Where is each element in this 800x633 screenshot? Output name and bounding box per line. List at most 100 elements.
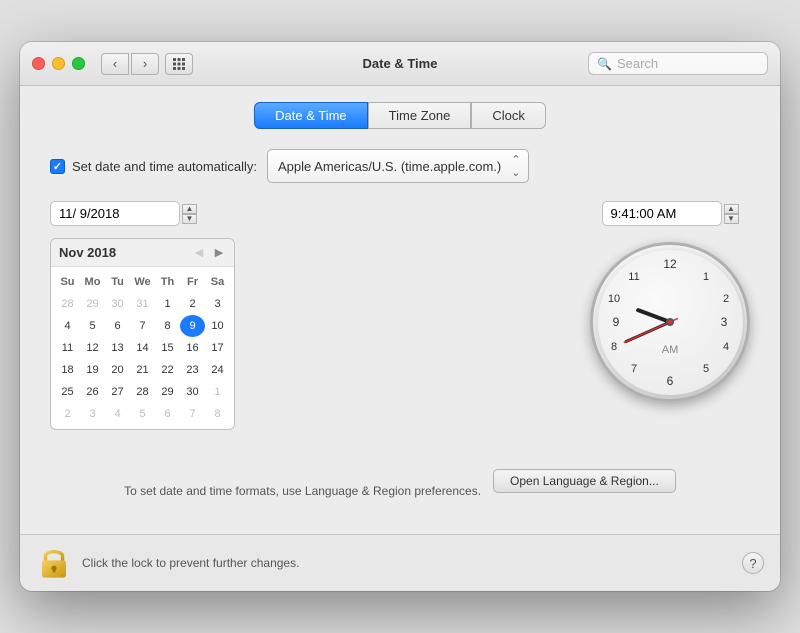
cal-day-25[interactable]: 25 <box>55 381 80 403</box>
cal-header-sa: Sa <box>205 271 230 293</box>
cal-day-14[interactable]: 14 <box>130 337 155 359</box>
titlebar: ‹ › Date & Time 🔍 <box>20 42 780 86</box>
cal-day-13[interactable]: 13 <box>105 337 130 359</box>
minimize-button[interactable] <box>52 57 65 70</box>
cal-day-24[interactable]: 24 <box>205 359 230 381</box>
cal-day-29-other[interactable]: 29 <box>80 293 105 315</box>
cal-day-2[interactable]: 2 <box>180 293 205 315</box>
cal-day-4-next[interactable]: 4 <box>105 403 130 425</box>
cal-day-21[interactable]: 21 <box>130 359 155 381</box>
calendar-header-row: Su Mo Tu We Th Fr Sa <box>55 271 230 293</box>
close-button[interactable] <box>32 57 45 70</box>
server-dropdown[interactable]: Apple Americas/U.S. (time.apple.com.) ⌃⌄ <box>267 149 529 183</box>
cal-day-17[interactable]: 17 <box>205 337 230 359</box>
svg-text:7: 7 <box>630 363 636 375</box>
svg-text:2: 2 <box>722 293 728 305</box>
calendar-next-button[interactable]: ▶ <box>212 246 226 260</box>
search-box[interactable]: 🔍 <box>588 52 768 75</box>
grid-button[interactable] <box>165 53 193 75</box>
calendar-week-3: 11 12 13 14 15 16 17 <box>55 337 230 359</box>
auto-set-label[interactable]: Set date and time automatically: <box>50 159 257 174</box>
cal-day-6-next[interactable]: 6 <box>155 403 180 425</box>
calendar-week-2: 4 5 6 7 8 9 10 <box>55 315 230 337</box>
cal-day-26[interactable]: 26 <box>80 381 105 403</box>
cal-day-19[interactable]: 19 <box>80 359 105 381</box>
lock-icon[interactable] <box>36 545 72 581</box>
cal-day-29[interactable]: 29 <box>155 381 180 403</box>
back-button[interactable]: ‹ <box>101 53 129 75</box>
cal-day-7-next[interactable]: 7 <box>180 403 205 425</box>
tab-date-time[interactable]: Date & Time <box>254 102 368 129</box>
cal-day-5[interactable]: 5 <box>80 315 105 337</box>
cal-day-7[interactable]: 7 <box>130 315 155 337</box>
date-step-up[interactable]: ▲ <box>182 204 197 214</box>
cal-header-tu: Tu <box>105 271 130 293</box>
cal-day-2-next[interactable]: 2 <box>55 403 80 425</box>
time-stepper[interactable]: ▲ ▼ <box>724 204 739 224</box>
svg-text:4: 4 <box>722 341 728 353</box>
cal-day-3-next[interactable]: 3 <box>80 403 105 425</box>
help-button[interactable]: ? <box>742 552 764 574</box>
hour-hand <box>638 310 670 322</box>
cal-day-15[interactable]: 15 <box>155 337 180 359</box>
cal-day-8[interactable]: 8 <box>155 315 180 337</box>
cal-day-3[interactable]: 3 <box>205 293 230 315</box>
cal-header-we: We <box>130 271 155 293</box>
dropdown-arrow-icon: ⌃⌄ <box>511 153 520 179</box>
cal-day-30[interactable]: 30 <box>180 381 205 403</box>
tab-clock[interactable]: Clock <box>471 102 546 129</box>
left-panel: 11/ 9/2018 ▲ ▼ Nov 2018 ◀ ▶ <box>50 201 570 430</box>
cal-day-30-other[interactable]: 30 <box>105 293 130 315</box>
cal-day-1[interactable]: 1 <box>155 293 180 315</box>
maximize-button[interactable] <box>72 57 85 70</box>
date-input[interactable]: 11/ 9/2018 <box>50 201 180 226</box>
date-stepper[interactable]: ▲ ▼ <box>182 204 197 224</box>
svg-text:8: 8 <box>610 341 616 353</box>
calendar: Nov 2018 ◀ ▶ Su Mo Tu We Th <box>50 238 235 430</box>
search-input[interactable] <box>617 56 757 71</box>
cal-day-6[interactable]: 6 <box>105 315 130 337</box>
search-icon: 🔍 <box>597 57 612 71</box>
time-input[interactable]: 9:41:00 AM <box>602 201 722 226</box>
open-language-region-button[interactable]: Open Language & Region... <box>493 469 676 493</box>
svg-text:9: 9 <box>612 315 619 329</box>
cal-header-mo: Mo <box>80 271 105 293</box>
svg-text:1: 1 <box>702 271 708 283</box>
cal-day-10[interactable]: 10 <box>205 315 230 337</box>
date-step-down[interactable]: ▼ <box>182 214 197 224</box>
right-panel: 9:41:00 AM ▲ ▼ 1 2 <box>590 201 750 430</box>
cal-day-22[interactable]: 22 <box>155 359 180 381</box>
cal-day-5-next[interactable]: 5 <box>130 403 155 425</box>
cal-day-28-other[interactable]: 28 <box>55 293 80 315</box>
auto-set-row: Set date and time automatically: Apple A… <box>40 149 760 183</box>
time-input-row: 9:41:00 AM ▲ ▼ <box>602 201 739 226</box>
auto-set-checkbox[interactable] <box>50 159 65 174</box>
grid-icon <box>172 57 186 71</box>
date-input-row: 11/ 9/2018 ▲ ▼ <box>50 201 570 226</box>
cal-day-8-next[interactable]: 8 <box>205 403 230 425</box>
cal-day-12[interactable]: 12 <box>80 337 105 359</box>
tab-time-zone[interactable]: Time Zone <box>368 102 472 129</box>
cal-day-27[interactable]: 27 <box>105 381 130 403</box>
cal-day-11[interactable]: 11 <box>55 337 80 359</box>
cal-day-9-selected[interactable]: 9 <box>180 315 205 337</box>
calendar-header: Nov 2018 ◀ ▶ <box>51 239 234 267</box>
cal-day-28[interactable]: 28 <box>130 381 155 403</box>
forward-button[interactable]: › <box>131 53 159 75</box>
cal-day-31-other[interactable]: 31 <box>130 293 155 315</box>
time-step-down[interactable]: ▼ <box>724 214 739 224</box>
cal-day-20[interactable]: 20 <box>105 359 130 381</box>
cal-day-16[interactable]: 16 <box>180 337 205 359</box>
time-step-up[interactable]: ▲ <box>724 204 739 214</box>
time-value: 9:41:00 AM <box>611 206 677 221</box>
svg-text:6: 6 <box>666 374 673 388</box>
cal-day-23[interactable]: 23 <box>180 359 205 381</box>
calendar-grid: Su Mo Tu We Th Fr Sa 28 29 30 <box>51 267 234 429</box>
cal-day-1-next[interactable]: 1 <box>205 381 230 403</box>
calendar-week-6: 2 3 4 5 6 7 8 <box>55 403 230 425</box>
clock-face: 12 3 6 9 1 2 4 5 7 8 10 <box>590 242 750 402</box>
calendar-nav: ◀ ▶ <box>192 246 226 260</box>
cal-day-4[interactable]: 4 <box>55 315 80 337</box>
cal-day-18[interactable]: 18 <box>55 359 80 381</box>
calendar-prev-button[interactable]: ◀ <box>192 246 206 260</box>
